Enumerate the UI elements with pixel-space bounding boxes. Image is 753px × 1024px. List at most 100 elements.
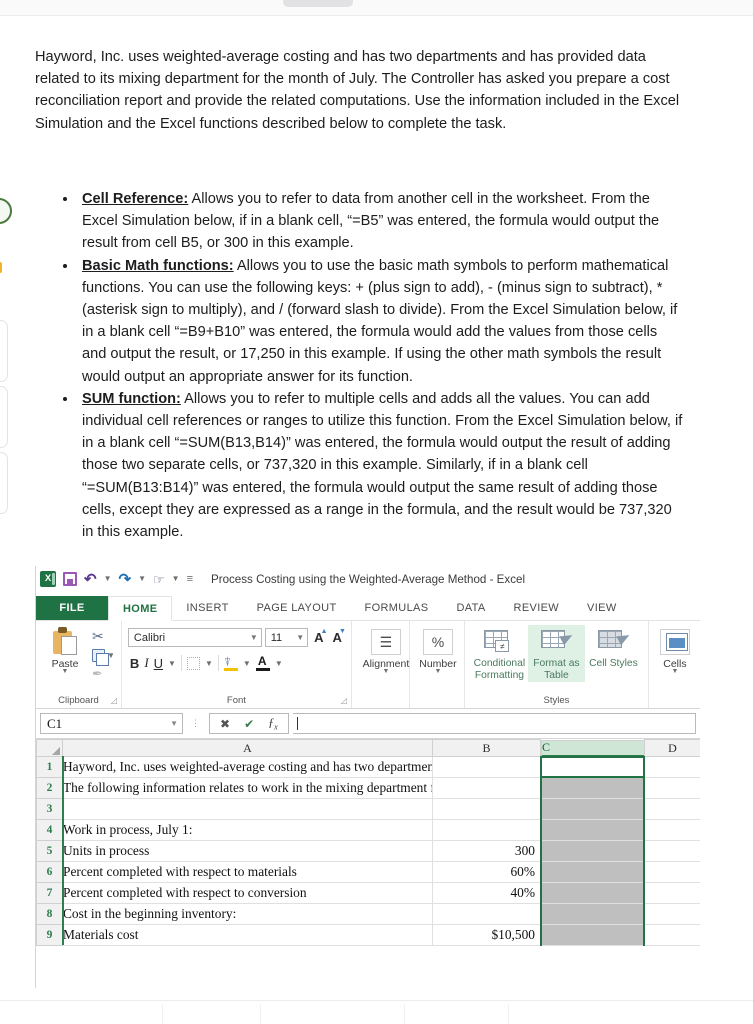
cut-button[interactable]: ✂ (92, 628, 115, 645)
clipboard-dialog-launcher-icon[interactable]: ◿ (111, 696, 117, 705)
underline-button[interactable]: U (154, 656, 163, 671)
cell-a8[interactable]: Cost in the beginning inventory: (62, 903, 433, 925)
bottom-nav-divider-3 (404, 1004, 405, 1024)
copy-button[interactable]: ▼ (92, 649, 115, 666)
row-header-5[interactable]: 5 (36, 840, 63, 862)
cell-c2[interactable] (540, 777, 645, 799)
percent-icon: % (422, 629, 453, 655)
cell-a9[interactable]: Materials cost (62, 924, 433, 946)
format-painter-button[interactable]: ✒ (92, 666, 115, 682)
cell-c7[interactable] (540, 882, 645, 904)
row-header-7[interactable]: 7 (36, 882, 63, 904)
cell-b5[interactable]: 300 (432, 840, 541, 862)
tab-home[interactable]: HOME (108, 596, 173, 621)
cell-c5[interactable] (540, 840, 645, 862)
row-header-4[interactable]: 4 (36, 819, 63, 841)
cell-a2[interactable]: The following information relates to wor… (62, 777, 433, 799)
cells-dropdown-icon[interactable]: ▼ (655, 668, 695, 675)
cell-styles-label: Cell Styles (589, 658, 638, 669)
cell-d3[interactable] (644, 798, 700, 820)
row-header-6[interactable]: 6 (36, 861, 63, 883)
cell-c8[interactable] (540, 903, 645, 925)
cell-a3[interactable] (62, 798, 433, 820)
paste-dropdown-icon[interactable]: ▼ (42, 668, 88, 675)
row-header-9[interactable]: 9 (36, 924, 63, 946)
column-header-c[interactable]: C (541, 739, 646, 757)
paste-icon (50, 627, 80, 657)
cancel-icon[interactable]: ✖ (220, 717, 230, 731)
bold-button[interactable]: B (130, 656, 139, 671)
select-all-corner[interactable] (36, 739, 63, 757)
cell-b1[interactable] (432, 756, 541, 778)
font-size-select[interactable]: 11 ▼ (264, 628, 309, 647)
cell-d9[interactable] (644, 924, 700, 946)
cell-c3[interactable] (540, 798, 645, 820)
tab-review[interactable]: REVIEW (500, 596, 574, 620)
cell-d4[interactable] (644, 819, 700, 841)
tab-formulas[interactable]: FORMULAS (351, 596, 443, 620)
fill-color-dropdown-icon[interactable]: ▼ (243, 659, 251, 668)
ribbon-group-alignment[interactable]: ☰ Alignment ▼ (352, 621, 410, 708)
tab-data[interactable]: DATA (442, 596, 499, 620)
enter-icon[interactable]: ✔ (244, 717, 254, 731)
tab-insert[interactable]: INSERT (172, 596, 242, 620)
font-color-dropdown-icon[interactable]: ▼ (275, 659, 283, 668)
row-header-2[interactable]: 2 (36, 777, 63, 799)
bottom-nav-divider-2 (260, 1004, 261, 1024)
cell-c4[interactable] (540, 819, 645, 841)
borders-dropdown-icon[interactable]: ▼ (205, 659, 213, 668)
fx-icon[interactable]: ƒx (268, 715, 278, 731)
cell-a7[interactable]: Percent completed with respect to conver… (62, 882, 433, 904)
font-name-select[interactable]: Calibri ▼ (127, 628, 262, 647)
cell-b7[interactable]: 40% (432, 882, 541, 904)
font-color-icon[interactable]: A (255, 654, 270, 671)
cell-d6[interactable] (644, 861, 700, 883)
ribbon-group-cells[interactable]: Cells ▼ (649, 621, 700, 708)
table-row: 5 Units in process 300 (36, 840, 700, 862)
text-caret (296, 717, 298, 730)
cell-c9[interactable] (540, 924, 645, 946)
cell-d8[interactable] (644, 903, 700, 925)
shrink-font-button[interactable]: A ▼ (330, 628, 346, 645)
cell-b3[interactable] (432, 798, 541, 820)
italic-button[interactable]: I (144, 655, 148, 671)
grow-font-button[interactable]: A ▲ (311, 628, 327, 645)
tab-file[interactable]: FILE (36, 596, 108, 620)
row-header-1[interactable]: 1 (36, 756, 63, 778)
underline-dropdown-icon[interactable]: ▼ (168, 659, 176, 668)
drag-handle-pill[interactable] (283, 0, 353, 7)
cell-styles-button[interactable]: Cell Styles (585, 625, 642, 670)
borders-icon[interactable] (186, 656, 200, 670)
cell-d1[interactable] (644, 756, 700, 778)
cell-b8[interactable] (432, 903, 541, 925)
cell-b9[interactable]: $10,500 (432, 924, 541, 946)
ribbon-group-number[interactable]: % Number ▼ (410, 621, 465, 708)
tab-page-layout[interactable]: PAGE LAYOUT (243, 596, 351, 620)
column-header-b[interactable]: B (432, 739, 541, 757)
formula-input[interactable] (292, 713, 696, 734)
cell-a4[interactable]: Work in process, July 1: (62, 819, 433, 841)
cell-a5[interactable]: Units in process (62, 840, 433, 862)
font-dialog-launcher-icon[interactable]: ◿ (341, 696, 347, 705)
column-header-a[interactable]: A (62, 739, 433, 757)
cell-d7[interactable] (644, 882, 700, 904)
cell-d5[interactable] (644, 840, 700, 862)
cell-d2[interactable] (644, 777, 700, 799)
row-header-3[interactable]: 3 (36, 798, 63, 820)
name-box[interactable]: C1 ▼ (40, 713, 183, 734)
cell-b6[interactable]: 60% (432, 861, 541, 883)
paste-button[interactable]: Paste ▼ (42, 625, 88, 675)
tab-view[interactable]: VIEW (573, 596, 631, 620)
cell-b4[interactable] (432, 819, 541, 841)
cell-a6[interactable]: Percent completed with respect to materi… (62, 861, 433, 883)
top-chrome-strip (0, 0, 753, 16)
cell-b2[interactable] (432, 777, 541, 799)
column-header-d[interactable]: D (644, 739, 700, 757)
row-header-8[interactable]: 8 (36, 903, 63, 925)
cell-a1[interactable]: Hayword, Inc. uses weighted-average cost… (62, 756, 433, 778)
fill-color-icon[interactable]: ⍒ (223, 655, 238, 671)
cell-c1[interactable] (540, 756, 645, 778)
format-as-table-button[interactable]: Format as Table (527, 625, 585, 682)
conditional-formatting-button[interactable]: ≠ Conditional Formatting (471, 625, 528, 682)
cell-c6[interactable] (540, 861, 645, 883)
